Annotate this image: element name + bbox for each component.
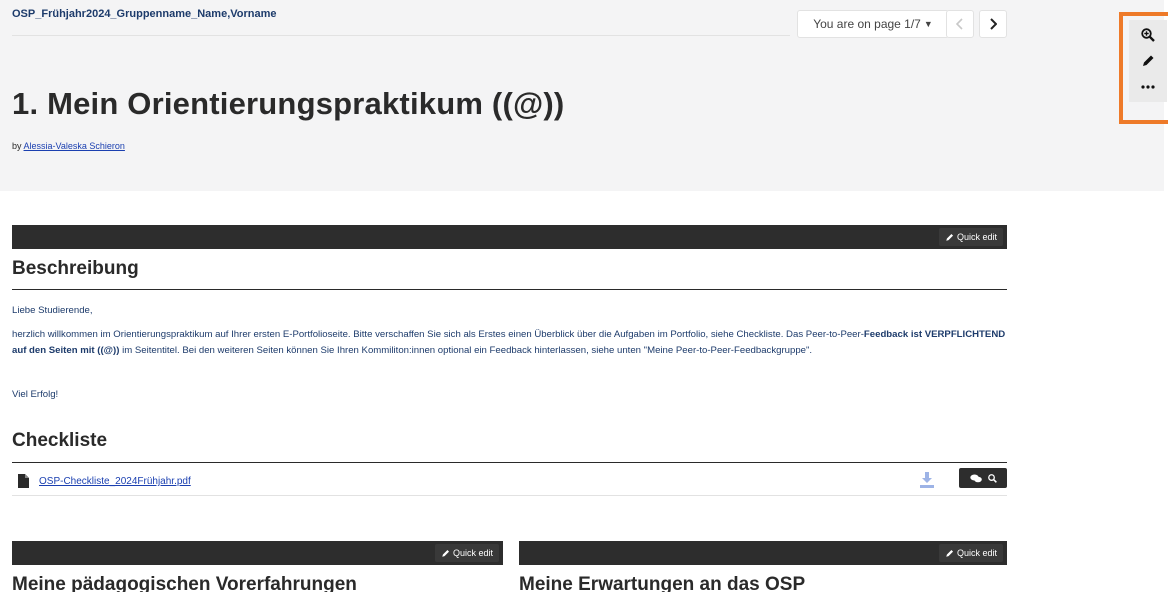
- author-link[interactable]: Alessia-Valeska Schieron: [24, 141, 125, 151]
- page-title: 1. Mein Orientierungspraktikum ((@)): [12, 86, 565, 121]
- download-icon[interactable]: [920, 472, 934, 488]
- quick-edit-button[interactable]: Quick edit: [938, 544, 1003, 562]
- more-options-button[interactable]: [1129, 74, 1167, 100]
- page-tools-panel: [1129, 20, 1167, 102]
- pencil-icon: [946, 549, 954, 557]
- page-header: OSP_Frühjahr2024_Gruppenname_Name,Vornam…: [0, 0, 1164, 191]
- page-indicator-text: You are on page 1/7: [813, 17, 921, 31]
- quick-edit-label: Quick edit: [452, 548, 493, 558]
- quick-edit-label: Quick edit: [956, 232, 997, 242]
- section-divider: [12, 462, 1007, 463]
- greeting-text: Liebe Studierende,: [12, 305, 93, 316]
- zoom-in-icon: [1141, 28, 1155, 42]
- byline-prefix: by: [12, 141, 22, 151]
- section-title-erwartungen: Meine Erwartungen an das OSP: [519, 574, 806, 592]
- quick-edit-button[interactable]: Quick edit: [938, 228, 1003, 246]
- file-link[interactable]: OSP-Checkliste_2024Frühjahr.pdf: [39, 476, 191, 487]
- quick-edit-button[interactable]: Quick edit: [434, 544, 499, 562]
- page-selector-dropdown[interactable]: You are on page 1/7 ▼: [797, 10, 949, 38]
- collection-title-link[interactable]: OSP_Frühjahr2024_Gruppenname_Name,Vornam…: [12, 8, 277, 20]
- byline: by Alessia-Valeska Schieron: [12, 141, 125, 151]
- more-icon: [1141, 85, 1155, 89]
- section-title-checkliste: Checkliste: [12, 430, 108, 451]
- description-text: herzlich willkommen im Orientierungsprak…: [12, 327, 1008, 359]
- block-toolbar-beschreibung: Quick edit: [12, 225, 1007, 249]
- chevron-left-icon: [956, 18, 963, 30]
- description-text-part1: herzlich willkommen im Orientierungsprak…: [12, 329, 864, 340]
- comments-icon[interactable]: [969, 474, 982, 483]
- edit-page-button[interactable]: [1129, 48, 1167, 74]
- previous-page-button[interactable]: [946, 10, 974, 38]
- file-actions: [959, 468, 1007, 488]
- pencil-icon: [946, 233, 954, 241]
- chevron-right-icon: [990, 18, 997, 30]
- file-icon: [18, 474, 29, 488]
- section-title-vorerfahrungen: Meine pädagogischen Vorerfahrungen: [12, 574, 357, 592]
- section-title-beschreibung: Beschreibung: [12, 258, 139, 279]
- file-list-item: OSP-Checkliste_2024Frühjahr.pdf: [12, 466, 1007, 496]
- pencil-icon: [442, 549, 450, 557]
- zoom-in-icon[interactable]: [987, 473, 997, 483]
- closing-text: Viel Erfolg!: [12, 389, 59, 400]
- section-divider: [12, 289, 1007, 290]
- header-divider: [12, 35, 790, 36]
- pencil-icon: [1143, 55, 1154, 66]
- zoom-button[interactable]: [1129, 22, 1167, 48]
- block-toolbar-erwartungen: Quick edit: [519, 541, 1007, 565]
- quick-edit-label: Quick edit: [956, 548, 997, 558]
- page-tools-highlight: [1119, 12, 1168, 124]
- next-page-button[interactable]: [979, 10, 1007, 38]
- description-text-part2: im Seitentitel. Bei den weiteren Seiten …: [119, 345, 813, 356]
- caret-down-icon: ▼: [923, 19, 933, 29]
- block-toolbar-vorerfahrungen: Quick edit: [12, 541, 503, 565]
